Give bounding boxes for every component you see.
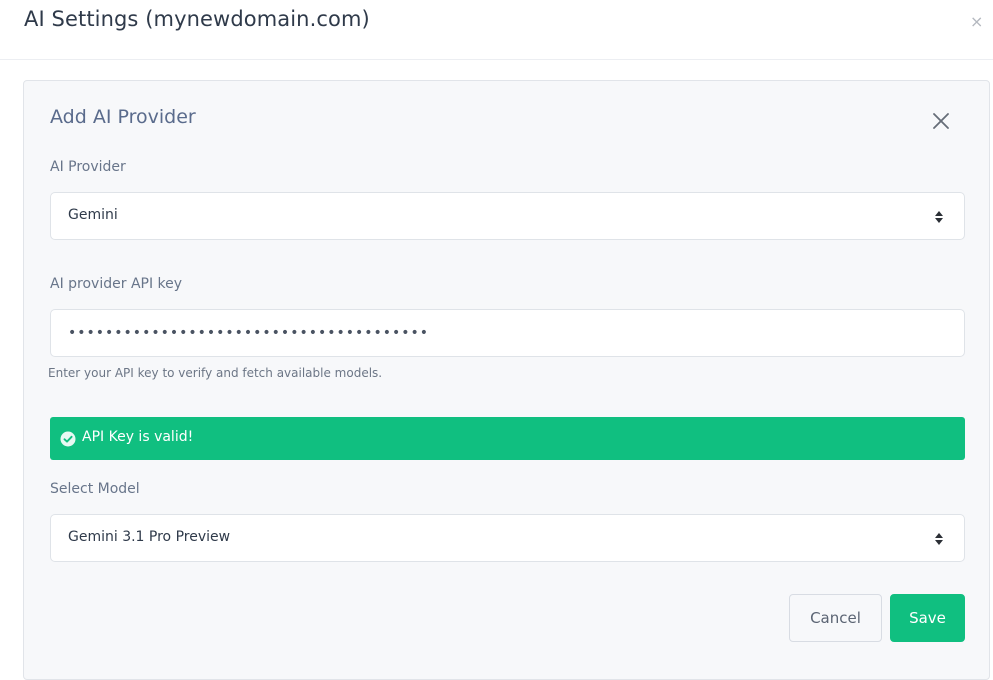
modal-title: AI Settings (mynewdomain.com) bbox=[24, 7, 370, 31]
save-button[interactable]: Save bbox=[890, 594, 965, 642]
model-select[interactable]: Gemini 3.1 Pro Preview bbox=[50, 514, 965, 562]
add-provider-panel: Add AI Provider AI Provider Gemini AI pr… bbox=[23, 80, 990, 680]
modal-close-icon[interactable]: × bbox=[970, 12, 983, 31]
alert-message: API Key is valid! bbox=[82, 429, 194, 445]
provider-label: AI Provider bbox=[50, 159, 126, 175]
modal-header: AI Settings (mynewdomain.com) × bbox=[0, 0, 993, 60]
panel-title: Add AI Provider bbox=[50, 106, 196, 128]
model-selected-value: Gemini 3.1 Pro Preview bbox=[68, 529, 231, 545]
close-x-icon bbox=[933, 113, 949, 129]
check-circle-icon bbox=[60, 431, 76, 447]
select-arrows-icon bbox=[935, 211, 943, 223]
api-key-field[interactable] bbox=[50, 309, 965, 357]
api-key-help-text: Enter your API key to verify and fetch a… bbox=[48, 366, 383, 380]
cancel-button[interactable]: Cancel bbox=[789, 594, 882, 642]
provider-selected-value: Gemini bbox=[68, 207, 118, 223]
api-key-valid-alert: API Key is valid! bbox=[50, 417, 965, 460]
api-key-input[interactable] bbox=[51, 310, 964, 356]
provider-select[interactable]: Gemini bbox=[50, 192, 965, 240]
api-key-label: AI provider API key bbox=[50, 276, 183, 292]
panel-close-icon[interactable] bbox=[929, 109, 953, 133]
select-arrows-icon bbox=[935, 533, 943, 545]
model-label: Select Model bbox=[50, 481, 140, 497]
